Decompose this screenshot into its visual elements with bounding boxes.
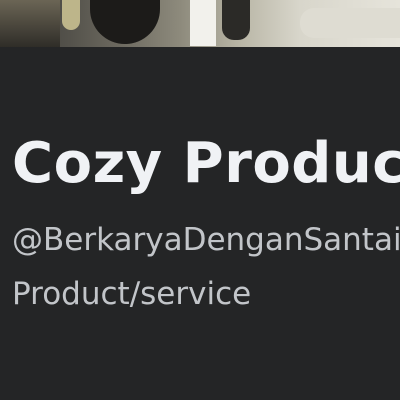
page-username: @BerkaryaDenganSantai — [12, 222, 400, 258]
cover-photo-detail — [300, 8, 400, 38]
cover-photo-detail — [62, 0, 80, 30]
cover-photo-detail — [190, 0, 216, 46]
cover-photo-detail — [90, 0, 160, 44]
page-profile-header: Cozy Product @BerkaryaDenganSantai Produ… — [0, 0, 400, 400]
cover-photo[interactable] — [0, 0, 400, 47]
page-category[interactable]: Product/service — [12, 274, 251, 314]
cover-photo-detail — [222, 0, 250, 40]
page-name: Cozy Product — [12, 131, 400, 196]
cover-photo-detail — [0, 0, 60, 47]
